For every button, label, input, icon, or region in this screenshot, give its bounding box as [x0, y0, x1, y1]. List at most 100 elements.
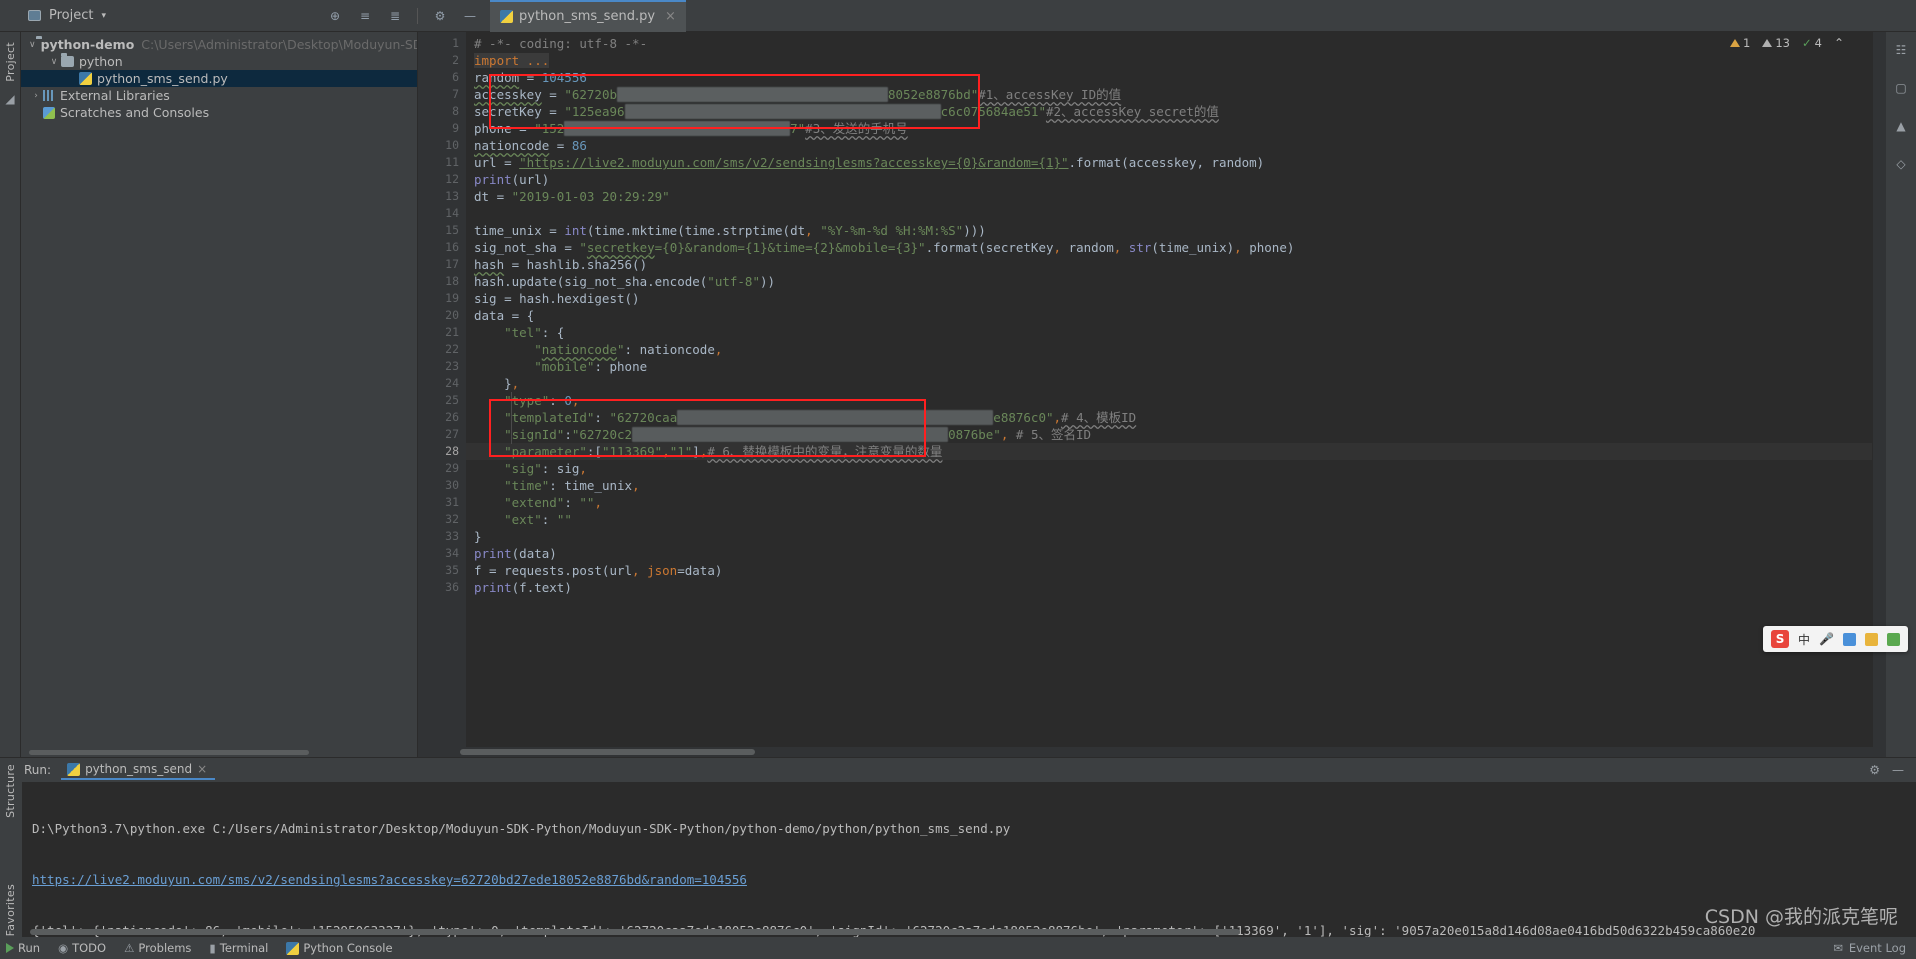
- project-tree: ∨ python-demo C:\Users\Administrator\Des…: [21, 32, 417, 748]
- maven-icon[interactable]: ▢: [1886, 74, 1916, 102]
- locate-icon[interactable]: ⊕: [327, 8, 343, 24]
- gutter-line: 12: [445, 172, 459, 186]
- code-line-24: },: [474, 376, 520, 391]
- code-line-28: "parameter":["113369","1"],# 6、替换模板中的变量，…: [466, 443, 1872, 460]
- folder-icon[interactable]: ◢: [5, 92, 14, 106]
- warning-count[interactable]: 1: [1730, 36, 1750, 50]
- gutter-line: 13: [445, 189, 459, 203]
- close-icon[interactable]: ×: [197, 762, 207, 776]
- console-horizontal-scrollbar[interactable]: [30, 929, 1240, 935]
- status-terminal-button[interactable]: ▮ Terminal: [209, 941, 268, 955]
- ant-icon[interactable]: ◇: [1886, 150, 1916, 178]
- project-panel-header: Project ▾ ⊕ ≡ ≣ ⚙ —: [0, 0, 490, 32]
- terminal-icon: ▮: [209, 941, 216, 955]
- top-bar: Project ▾ ⊕ ≡ ≣ ⚙ — python_sms_send.py ×: [0, 0, 1916, 32]
- tree-label-python-demo: python-demo: [40, 37, 135, 52]
- chevron-right-icon[interactable]: ›: [29, 91, 43, 101]
- code-line-21: "tel": {: [504, 325, 565, 340]
- gutter-line: 29: [445, 461, 459, 475]
- rail-item-favorites[interactable]: Favorites: [4, 884, 17, 936]
- settings-gear-icon[interactable]: ⚙: [1869, 763, 1880, 777]
- tree-row-python-sms-send[interactable]: python_sms_send.py: [21, 70, 417, 87]
- gutter-line: 22: [445, 342, 459, 356]
- gutter-line: 1: [452, 36, 459, 50]
- code-line-15: time_unix = int(time.mktime(time.strptim…: [474, 223, 986, 238]
- chevron-down-icon[interactable]: ∨: [47, 57, 61, 67]
- project-toolbar: ⊕ ≡ ≣ ⚙ —: [327, 7, 490, 24]
- gutter-line: 24⊟: [418, 375, 473, 392]
- settings-gear-icon[interactable]: ⚙: [432, 8, 448, 24]
- event-log-icon: ✉: [1833, 941, 1843, 955]
- pycharm-window: Project ▾ ⊕ ≡ ≣ ⚙ — python_sms_send.py ×…: [0, 0, 1916, 959]
- chevron-up-icon[interactable]: ⌃: [1834, 36, 1844, 50]
- left-tool-rail: Project ◢: [0, 32, 21, 757]
- tree-label-python: python: [79, 54, 123, 69]
- gutter-line: 35⊟: [418, 562, 473, 579]
- editor-tab-python-sms-send[interactable]: python_sms_send.py ×: [490, 0, 686, 32]
- status-run-button[interactable]: Run: [6, 941, 40, 955]
- ok-count[interactable]: ✓ 4: [1802, 36, 1822, 50]
- gutter-line: 19: [445, 291, 459, 305]
- code-line-11: url = "https://live2.moduyun.com/sms/v2/…: [474, 155, 1265, 170]
- code-line-36: print(f.text): [474, 580, 572, 595]
- rail-item-project[interactable]: Project: [4, 42, 17, 82]
- database-icon[interactable]: ☷: [1886, 36, 1916, 64]
- code-text[interactable]: # -*- coding: utf-8 -*- import ... rando…: [466, 32, 1872, 747]
- hide-panel-icon[interactable]: —: [462, 8, 478, 24]
- inspection-widget[interactable]: 1 13 ✓ 4 ⌃: [1730, 36, 1844, 50]
- editor-horizontal-scrollbar[interactable]: [418, 747, 1886, 757]
- ime-toolbar[interactable]: S 中 🎤: [1763, 626, 1908, 652]
- chevron-down-icon[interactable]: ▾: [101, 11, 106, 21]
- keyboard-icon[interactable]: [1843, 632, 1856, 646]
- gutter-line: 28: [445, 444, 459, 458]
- tree-row-external-libraries[interactable]: › External Libraries: [21, 87, 417, 104]
- gutter-line: 21⊟: [418, 324, 473, 341]
- palette-icon[interactable]: [1865, 632, 1878, 646]
- tree-row-scratches-and-consoles[interactable]: Scratches and Consoles: [21, 104, 417, 121]
- rail-item-structure[interactable]: Structure: [4, 764, 17, 818]
- gutter-line: 30: [445, 478, 459, 492]
- code-line-1: # -*- coding: utf-8 -*-: [474, 36, 648, 51]
- code-line-23: "mobile": phone: [534, 359, 648, 374]
- code-line-32: "ext": "": [504, 512, 572, 527]
- status-todo-button[interactable]: ◉ TODO: [58, 941, 106, 955]
- ime-mode-label[interactable]: 中: [1798, 631, 1810, 648]
- collapse-all-icon[interactable]: ≣: [387, 8, 403, 24]
- tree-label-scratches: Scratches and Consoles: [60, 105, 210, 120]
- sciview-icon[interactable]: ▲: [1886, 112, 1916, 140]
- code-editor[interactable]: 1 2⊞ 6 7 8 9 10 11 12 13 14 15 16 17 18 …: [418, 32, 1886, 747]
- project-horizontal-scrollbar[interactable]: [21, 748, 417, 757]
- close-icon[interactable]: ×: [665, 9, 676, 24]
- code-line-25: "type": 0,: [504, 393, 580, 408]
- project-tool-window: ∨ python-demo C:\Users\Administrator\Des…: [21, 32, 418, 757]
- weak-warning-count[interactable]: 13: [1762, 36, 1790, 50]
- status-bar: Run ◉ TODO ⚠ Problems ▮ Terminal Python …: [0, 937, 1916, 959]
- status-event-log[interactable]: ✉ Event Log: [1833, 941, 1916, 955]
- hide-panel-icon[interactable]: —: [1892, 763, 1904, 777]
- code-line-30: "time": time_unix,: [504, 478, 640, 493]
- gutter-line: 6: [452, 70, 459, 84]
- run-configuration-tab[interactable]: python_sms_send ×: [61, 760, 216, 780]
- gutter-line: 15: [445, 223, 459, 237]
- code-line-34: print(data): [474, 546, 557, 561]
- project-panel-title: Project: [49, 8, 94, 23]
- run-console-output[interactable]: D:\Python3.7\python.exe C:/Users/Adminis…: [22, 782, 1916, 937]
- gutter-line: 7: [452, 87, 459, 101]
- tree-row-python-demo[interactable]: ∨ python-demo C:\Users\Administrator\Des…: [21, 36, 417, 53]
- expand-all-icon[interactable]: ≡: [357, 8, 373, 24]
- gutter-line: 33: [445, 529, 459, 543]
- console-line: D:\Python3.7\python.exe C:/Users/Adminis…: [32, 821, 1011, 836]
- mic-icon[interactable]: 🎤: [1819, 632, 1834, 646]
- console-line-link[interactable]: https://live2.moduyun.com/sms/v2/sendsin…: [32, 869, 1916, 890]
- line-number-gutter: 1 2⊞ 6 7 8 9 10 11 12 13 14 15 16 17 18 …: [418, 32, 473, 747]
- gutter-line: 20⊟: [418, 307, 473, 324]
- tree-label-external-libraries: External Libraries: [60, 88, 170, 103]
- status-python-console-button[interactable]: Python Console: [286, 941, 393, 955]
- sogou-logo-icon: S: [1771, 630, 1790, 648]
- apps-icon[interactable]: [1887, 632, 1900, 646]
- tree-row-python[interactable]: ∨ python: [21, 53, 417, 70]
- indent-guide: [511, 392, 512, 444]
- chevron-down-icon[interactable]: ∨: [29, 40, 36, 50]
- status-problems-button[interactable]: ⚠ Problems: [124, 941, 191, 955]
- gutter-line: 23: [445, 359, 459, 373]
